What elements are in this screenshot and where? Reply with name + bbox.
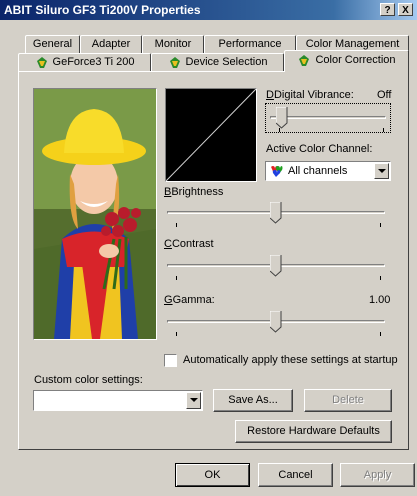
chevron-down-icon[interactable] — [186, 392, 201, 409]
preview-image — [33, 88, 157, 340]
tab-label: Color Correction — [315, 54, 396, 66]
curve-line — [165, 88, 257, 182]
tab-device-selection[interactable]: Device Selection — [151, 53, 284, 72]
tab-general[interactable]: General — [25, 35, 80, 54]
color-correction-panel: DDigital Vibrance: Off Active Color Chan… — [18, 71, 409, 450]
brightness-label: BBrightness — [164, 186, 224, 198]
slider-tick — [176, 276, 177, 280]
custom-settings-label: Custom color settings: — [34, 374, 143, 386]
delete-button[interactable]: Delete — [304, 389, 392, 412]
contrast-slider[interactable] — [163, 252, 389, 282]
active-channel-label: Active Color Channel: — [266, 143, 373, 155]
slider-thumb[interactable] — [270, 255, 282, 277]
tab-geforce3[interactable]: GeForce3 Ti 200 — [18, 53, 151, 72]
help-button[interactable]: ? — [380, 3, 395, 16]
slider-tick — [279, 128, 280, 132]
gamma-value: 1.00 — [369, 294, 391, 306]
save-as-button[interactable]: Save As... — [213, 389, 293, 412]
slider-thumb[interactable] — [276, 107, 288, 129]
contrast-label: CContrast — [164, 238, 214, 250]
gamma-slider[interactable] — [163, 308, 389, 338]
nvidia-icon — [36, 56, 47, 68]
digital-vibrance-label: DDigital Vibrance: — [266, 89, 354, 101]
color-curve-display — [165, 88, 257, 182]
rgb-hearts-icon — [271, 166, 283, 177]
tab-color-correction[interactable]: Color Correction — [284, 50, 409, 72]
brightness-slider[interactable] — [163, 199, 389, 229]
cancel-button[interactable]: Cancel — [258, 463, 333, 487]
nvidia-icon — [169, 56, 180, 68]
chevron-down-icon[interactable] — [374, 163, 389, 179]
tab-label: GeForce3 Ti 200 — [52, 56, 135, 68]
gamma-label: GGamma: — [164, 294, 215, 306]
slider-tick — [383, 128, 384, 132]
restore-defaults-button[interactable]: Restore Hardware Defaults — [235, 420, 392, 443]
slider-tick — [380, 223, 381, 227]
slider-tick — [380, 276, 381, 280]
tab-monitor[interactable]: Monitor — [142, 35, 204, 54]
tab-performance[interactable]: Performance — [204, 35, 296, 54]
window-title: ABIT Siluro GF3 Ti200V Properties — [4, 3, 201, 17]
active-channel-select[interactable]: All channels — [265, 161, 391, 181]
slider-tick — [176, 332, 177, 336]
auto-apply-checkbox[interactable] — [164, 354, 177, 367]
apply-button[interactable]: Apply — [340, 463, 415, 487]
ok-button[interactable]: OK — [175, 463, 250, 487]
tab-label: Device Selection — [185, 56, 268, 68]
slider-tick — [380, 332, 381, 336]
slider-thumb[interactable] — [270, 311, 282, 333]
slider-tick — [176, 223, 177, 227]
nvidia-icon — [299, 54, 310, 66]
woman-with-flowers-image — [34, 89, 156, 339]
digital-vibrance-value: Off — [377, 89, 392, 101]
close-button[interactable]: X — [398, 3, 413, 16]
auto-apply-label: Automatically apply these settings at st… — [183, 354, 398, 366]
title-bar: ABIT Siluro GF3 Ti200V Properties ? X — [0, 0, 417, 20]
custom-settings-combo[interactable] — [33, 390, 203, 411]
slider-thumb[interactable] — [270, 202, 282, 224]
active-channel-value: All channels — [288, 165, 348, 177]
digital-vibrance-slider[interactable] — [265, 103, 391, 133]
tab-adapter[interactable]: Adapter — [80, 35, 142, 54]
